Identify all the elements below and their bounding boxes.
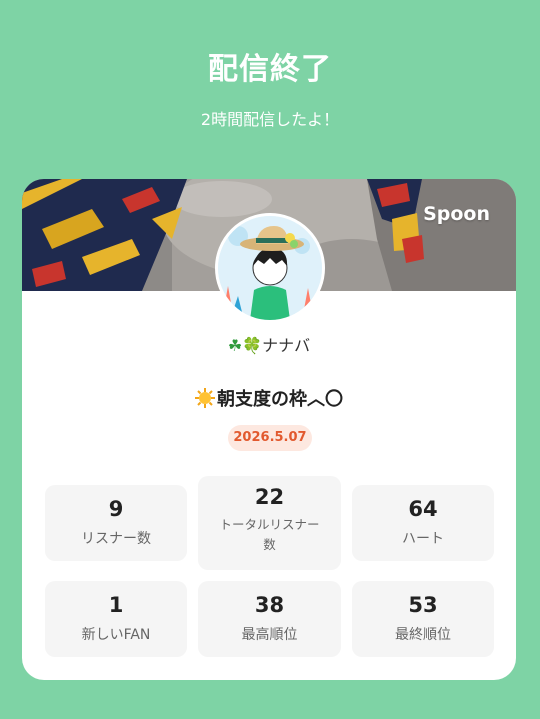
stat-total-listeners: 22 トータルリスナー数 xyxy=(198,476,341,570)
clover-icon: ☘🍀 xyxy=(227,336,263,355)
stat-highest-rank: 38 最高順位 xyxy=(198,581,341,657)
page-title: 配信終了 xyxy=(208,52,332,87)
broadcast-summary-card: Spoon ☘🍀ナナバ 朝支度の枠︿〇 2026.5.07 9 リスナー数 22… xyxy=(22,179,516,680)
stat-new-fans: 1 新しいFAN xyxy=(45,581,187,657)
stat-label: ハート xyxy=(402,531,444,547)
broadcast-ended-screen: 配信終了 2時間配信したよ！ Spoon ☘🍀ナナバ 朝支度の枠︿〇 2026.… xyxy=(0,0,540,719)
stat-value: 64 xyxy=(408,497,438,521)
spoon-logo: Spoon xyxy=(423,203,490,225)
stat-value: 53 xyxy=(408,593,438,617)
date-badge: 2026.5.07 xyxy=(228,425,312,451)
streamer-name: ☘🍀ナナバ xyxy=(22,332,516,356)
broadcast-title: 朝支度の枠︿〇 xyxy=(22,385,516,411)
stat-label: 新しいFAN xyxy=(81,627,151,643)
stat-label: 最高順位 xyxy=(241,627,298,643)
stat-final-rank: 53 最終順位 xyxy=(352,581,494,657)
stat-label: リスナー数 xyxy=(81,531,151,547)
stat-listeners: 9 リスナー数 xyxy=(45,485,187,561)
stat-value: 1 xyxy=(108,593,124,617)
broadcast-title-text: 朝支度の枠︿〇 xyxy=(217,389,343,410)
avatar xyxy=(215,213,325,323)
broadcast-duration-text: 2時間配信したよ！ xyxy=(200,110,340,129)
streamer-name-text: ナナバ xyxy=(262,336,311,355)
stat-hearts: 64 ハート xyxy=(352,485,494,561)
stat-value: 38 xyxy=(254,593,285,617)
stat-label: トータルリスナー数 xyxy=(219,517,320,552)
sun-icon xyxy=(195,388,215,408)
stat-value: 22 xyxy=(254,485,285,509)
stat-label: 最終順位 xyxy=(395,627,451,643)
stat-value: 9 xyxy=(108,497,124,521)
